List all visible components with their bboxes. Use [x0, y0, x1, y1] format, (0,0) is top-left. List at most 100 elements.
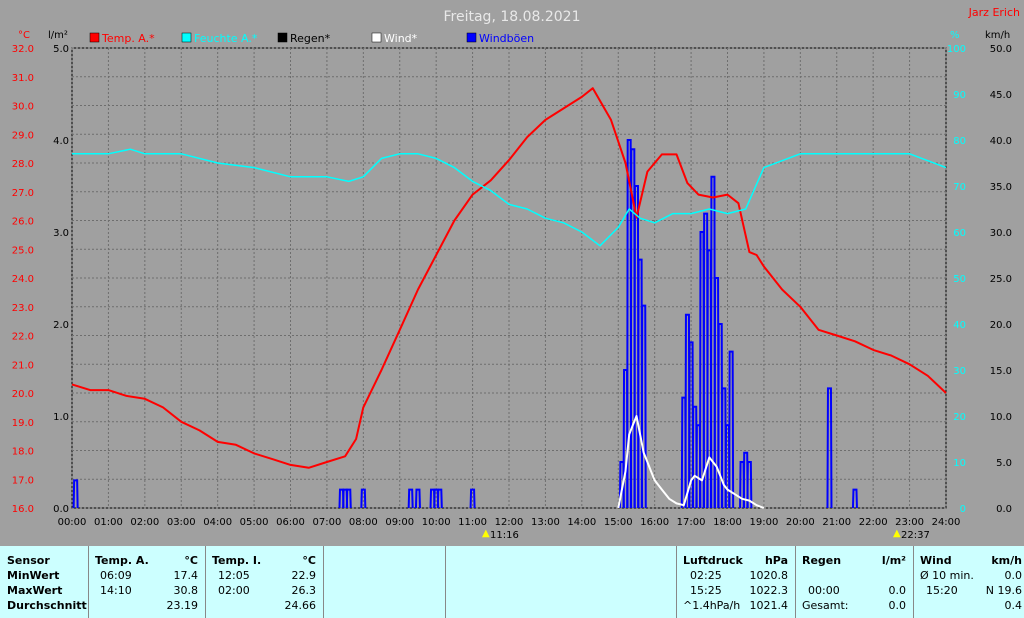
rain-total-value: 0.0	[888, 599, 907, 612]
rain-tick-label: 1.0	[53, 412, 69, 423]
wind-tick-label: 0.0	[996, 504, 1012, 515]
x-tick-label: 17:00	[677, 517, 706, 528]
x-tick-label: 11:00	[458, 517, 487, 528]
wind-header: Wind	[920, 554, 952, 567]
temp-tick-label: 28.0	[12, 159, 34, 170]
temp-tick-label: 26.0	[12, 217, 34, 228]
x-tick-label: 22:00	[859, 517, 888, 528]
wind-tick-label: 10.0	[990, 412, 1012, 423]
x-tick-label: 12:00	[495, 517, 524, 528]
credit-label: Jarz Erich	[968, 6, 1020, 19]
pressure-avg-value: 1021.4	[749, 599, 789, 612]
rain-unit: l/m²	[881, 554, 906, 567]
x-tick-label: 23:00	[895, 517, 924, 528]
x-tick-label: 07:00	[313, 517, 342, 528]
temp-tick-label: 18.0	[12, 447, 34, 458]
temp-a-avg-value: 23.19	[166, 599, 199, 612]
max-marker-icon: ▲	[893, 528, 901, 539]
rain-total-label: Gesamt:	[802, 599, 849, 612]
legend-swatch	[277, 32, 288, 43]
humidity-tick-label: 40	[953, 320, 966, 331]
temp-i-min-value: 22.9	[291, 569, 317, 582]
pressure-min-time: 02:25	[690, 569, 722, 582]
humidity-tick-label: 30	[953, 366, 966, 377]
temp-tick-label: 20.0	[12, 389, 34, 400]
min-marker-icon: ▲	[482, 528, 490, 539]
humidity-tick-label: 80	[953, 136, 966, 147]
wind-tick-label: 40.0	[990, 136, 1012, 147]
temp-a-min-time: 06:09	[100, 569, 132, 582]
wind-tick-label: 5.0	[996, 458, 1012, 469]
legend-swatch	[371, 32, 382, 43]
temp-a-unit: °C	[184, 554, 198, 567]
row-label-max: MaxWert	[7, 584, 63, 597]
temp-i-header: Temp. I.	[212, 554, 262, 567]
legend-label: Feuchte A.*	[194, 32, 258, 45]
statistics-table: Sensor MinWert MaxWert Durchschnitt Temp…	[0, 546, 1024, 618]
temp-a-min-value: 17.4	[173, 569, 199, 582]
x-tick-label: 19:00	[750, 517, 779, 528]
rain-tick-label: 5.0	[53, 44, 69, 55]
wind-max-time: 15:20	[926, 584, 958, 597]
min-time-label: 11:16	[490, 530, 519, 541]
x-tick-label: 24:00	[932, 517, 961, 528]
temp-tick-label: 27.0	[12, 188, 34, 199]
temp-tick-label: 31.0	[12, 73, 34, 84]
x-tick-label: 05:00	[240, 517, 269, 528]
temp-tick-label: 19.0	[12, 418, 34, 429]
rain-unit-label: l/m²	[48, 30, 68, 41]
wind-unit-label: km/h	[985, 30, 1010, 41]
rain-tick-label: 0.0	[53, 504, 69, 515]
legend-swatch	[181, 32, 192, 43]
temp-i-unit: °C	[302, 554, 316, 567]
rain-header: Regen	[802, 554, 842, 567]
wind-max-value: N 19.6	[985, 584, 1022, 597]
wind-tick-label: 50.0	[990, 44, 1012, 55]
x-tick-label: 21:00	[822, 517, 851, 528]
temp-tick-label: 17.0	[12, 475, 34, 486]
x-tick-label: 02:00	[130, 517, 159, 528]
humidity-tick-label: 90	[953, 90, 966, 101]
x-tick-label: 00:00	[58, 517, 87, 528]
wind-tick-label: 15.0	[990, 366, 1012, 377]
temp-i-max-time: 02:00	[218, 584, 250, 597]
chart-title: Freitag, 18.08.2021	[444, 9, 581, 25]
sensor-header: Sensor	[7, 554, 50, 567]
max-time-label: 22:37	[901, 530, 930, 541]
temp-unit-label: °C	[18, 30, 30, 41]
x-tick-label: 04:00	[203, 517, 232, 528]
wind-tick-label: 20.0	[990, 320, 1012, 331]
pressure-header: Luftdruck	[683, 554, 743, 567]
legend-label: Temp. A.*	[101, 32, 155, 45]
humidity-tick-label: 50	[953, 274, 966, 285]
pressure-max-value: 1022.3	[749, 584, 789, 597]
temp-i-avg-value: 24.66	[284, 599, 317, 612]
temp-tick-label: 29.0	[12, 130, 34, 141]
x-tick-label: 06:00	[276, 517, 305, 528]
wind-tick-label: 25.0	[990, 274, 1012, 285]
row-label-min: MinWert	[7, 569, 60, 582]
pressure-min-value: 1020.8	[749, 569, 789, 582]
wind-tick-label: 35.0	[990, 182, 1012, 193]
humidity-tick-label: 0	[960, 504, 966, 515]
x-tick-label: 14:00	[567, 517, 596, 528]
x-tick-label: 10:00	[422, 517, 451, 528]
temp-i-max-value: 26.3	[291, 584, 317, 597]
humidity-tick-label: 60	[953, 228, 966, 239]
temp-a-max-time: 14:10	[100, 584, 132, 597]
legend-label: Regen*	[290, 32, 331, 45]
temp-tick-label: 25.0	[12, 245, 34, 256]
x-tick-label: 13:00	[531, 517, 560, 528]
weather-chart-window: 32.0 31.0 30.0 29.0 28.0 27.0 26.0 25.0 24.0 23.0…	[0, 0, 1024, 618]
temp-tick-label: 24.0	[12, 274, 34, 285]
legend-label: Wind*	[384, 32, 418, 45]
pressure-unit: hPa	[764, 554, 788, 567]
x-tick-label: 18:00	[713, 517, 742, 528]
humidity-unit-label: %	[950, 30, 960, 41]
x-tick-label: 08:00	[349, 517, 378, 528]
temp-i-min-time: 12:05	[218, 569, 250, 582]
wind-avg-label: Ø 10 min.	[920, 569, 974, 582]
chart-svg: 32.0 31.0 30.0 29.0 28.0 27.0 26.0 25.0 24.0 23.0…	[0, 0, 1024, 546]
temp-tick-label: 30.0	[12, 102, 34, 113]
temp-tick-label: 23.0	[12, 303, 34, 314]
